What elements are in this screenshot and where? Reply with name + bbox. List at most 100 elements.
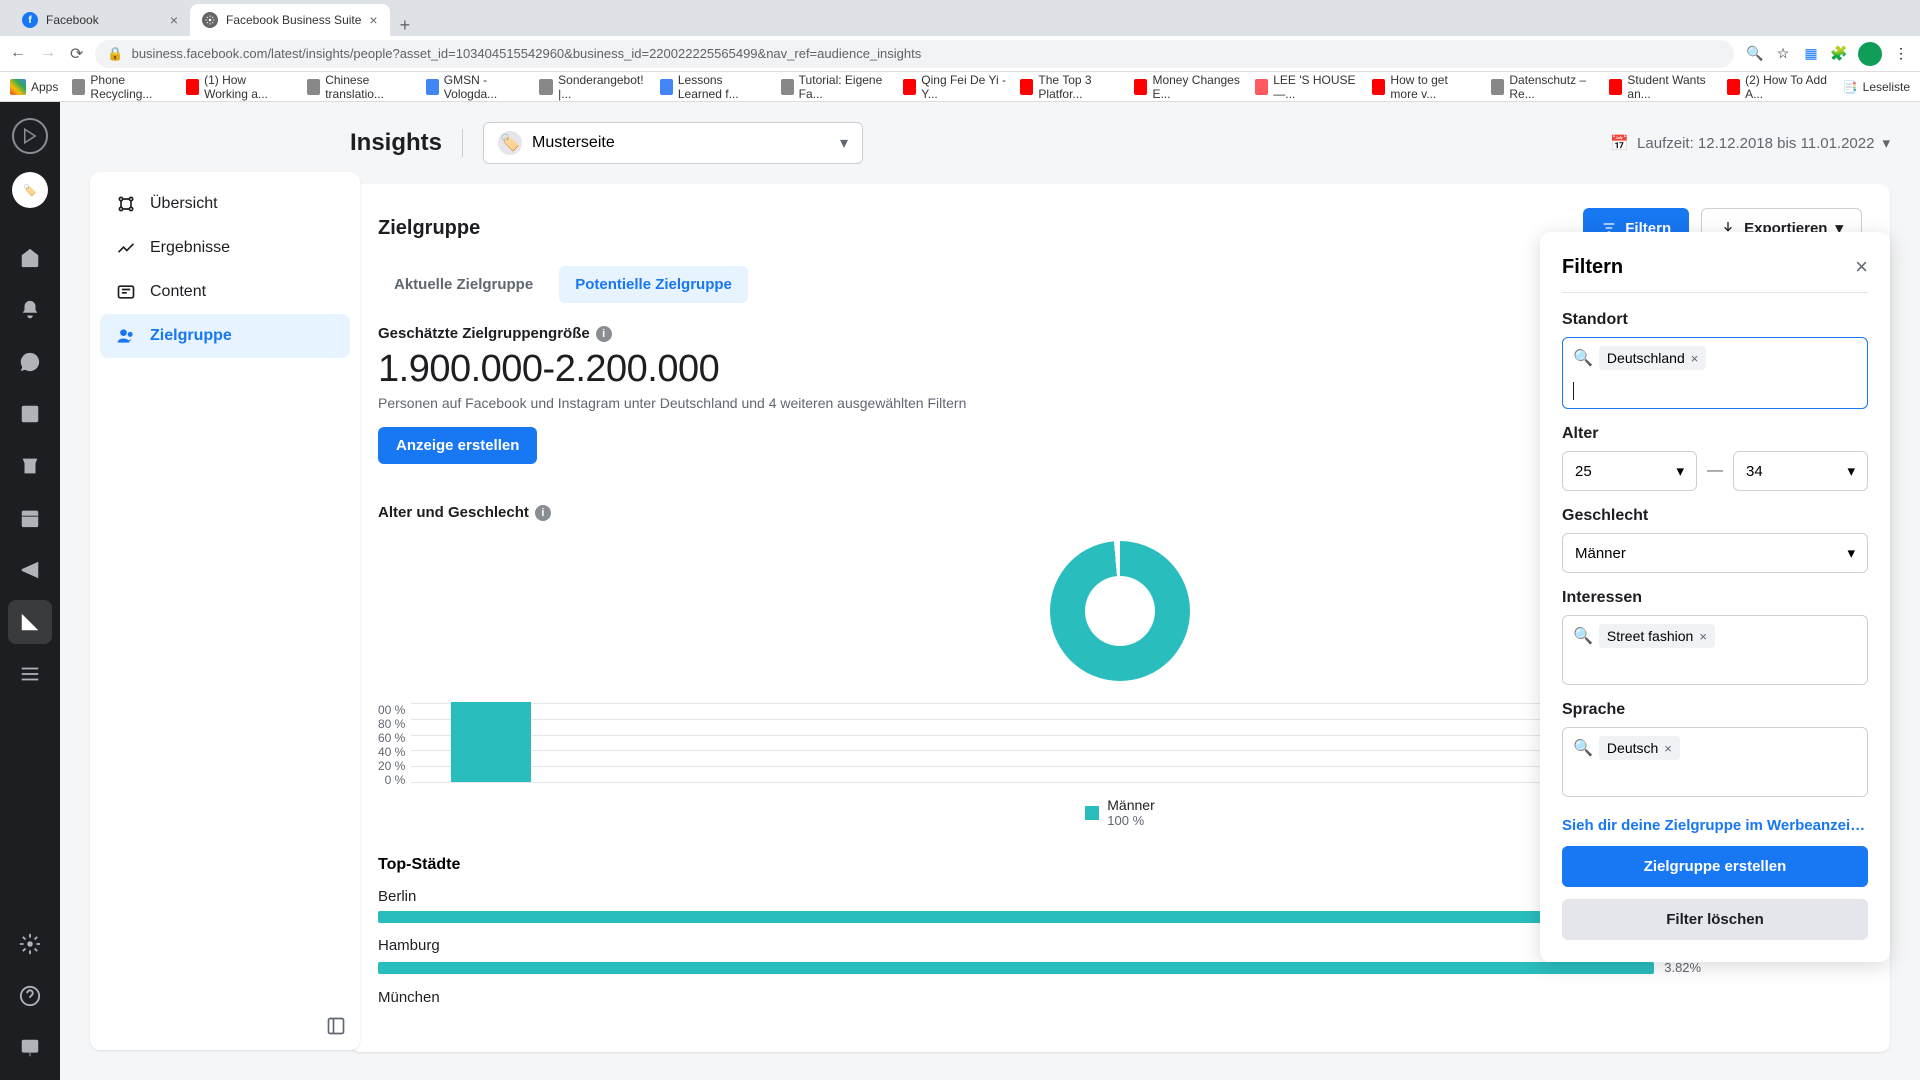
create-audience-button[interactable]: Zielgruppe erstellen (1562, 846, 1868, 887)
browser-tab-active[interactable]: Facebook Business Suite × (190, 4, 390, 36)
language-input[interactable]: 🔍 Deutsch × (1562, 727, 1868, 797)
rail-posts-icon[interactable] (8, 392, 52, 436)
location-chip: Deutschland × (1599, 346, 1706, 370)
sidebar-item-content[interactable]: Content (100, 270, 350, 314)
tab-label: Facebook Business Suite (226, 13, 361, 27)
rail-bell-icon[interactable] (8, 288, 52, 332)
zoom-icon[interactable]: 🔍 (1746, 45, 1764, 63)
remove-chip-icon[interactable]: × (1691, 351, 1699, 366)
results-icon (114, 238, 138, 258)
bookmark-item[interactable]: (2) How To Add A... (1727, 73, 1829, 101)
interests-input[interactable]: 🔍 Street fashion × (1562, 615, 1868, 685)
insights-nav-card: Übersicht Ergebnisse Content Zielgruppe (90, 102, 360, 1080)
chevron-down-icon: ▾ (1847, 544, 1855, 562)
tab-potential-audience[interactable]: Potentielle Zielgruppe (559, 266, 748, 303)
bookmark-item[interactable]: Chinese translatio... (307, 73, 412, 101)
section-heading: Zielgruppe (378, 217, 480, 240)
bookmark-item[interactable]: Lessons Learned f... (660, 73, 767, 101)
puzzle-icon[interactable]: 🧩 (1830, 45, 1848, 63)
date-range-selector[interactable]: 📅 Laufzeit: 12.12.2018 bis 11.01.2022 ▾ (1610, 134, 1890, 152)
create-ad-button[interactable]: Anzeige erstellen (378, 427, 537, 464)
age-max-select[interactable]: 34▾ (1733, 451, 1868, 491)
bookmark-item[interactable]: Money Changes E... (1134, 73, 1241, 101)
page-avatar[interactable]: 🏷️ (12, 172, 48, 208)
close-icon[interactable]: × (369, 12, 377, 28)
new-tab-button[interactable]: + (390, 15, 421, 36)
remove-chip-icon[interactable]: × (1664, 741, 1672, 756)
business-suite-logo-icon[interactable] (12, 118, 48, 154)
sidebar-item-overview[interactable]: Übersicht (100, 182, 350, 226)
bookmark-item[interactable]: Datenschutz – Re... (1491, 73, 1595, 101)
tab-current-audience[interactable]: Aktuelle Zielgruppe (378, 266, 549, 303)
info-icon[interactable]: i (535, 505, 551, 521)
collapse-sidebar-icon[interactable] (326, 1016, 346, 1036)
bookmark-item[interactable]: The Top 3 Platfor... (1020, 73, 1120, 101)
page-selector-dropdown[interactable]: 🏷️ Musterseite ▾ (483, 122, 863, 164)
profile-avatar-icon[interactable] (1858, 42, 1882, 66)
bookmark-item[interactable]: GMSN - Vologda... (426, 73, 526, 101)
rail-shop-icon[interactable] (8, 444, 52, 488)
legend-swatch (1085, 806, 1099, 820)
interest-chip: Street fashion × (1599, 624, 1715, 648)
bookmark-item[interactable]: Student Wants an... (1609, 73, 1713, 101)
gender-label: Geschlecht (1562, 507, 1868, 525)
ads-manager-link[interactable]: Sieh dir deine Zielgruppe im Werbeanzeig… (1562, 817, 1868, 834)
calendar-icon: 📅 (1610, 134, 1629, 152)
list-icon: 📑 (1843, 80, 1858, 94)
bookmark-item[interactable]: Tutorial: Eigene Fa... (781, 73, 890, 101)
content-area: Übersicht Ergebnisse Content Zielgruppe (60, 102, 1920, 1080)
reload-icon[interactable]: ⟳ (70, 44, 83, 64)
page-title: Insights (350, 129, 442, 157)
rail-chat-icon[interactable] (8, 340, 52, 384)
language-label: Sprache (1562, 701, 1868, 719)
bookmark-item[interactable]: Phone Recycling... (72, 73, 172, 101)
clear-filter-button[interactable]: Filter löschen (1562, 899, 1868, 940)
audience-icon (114, 326, 138, 346)
date-range-label: Laufzeit: 12.12.2018 bis 11.01.2022 (1637, 135, 1874, 152)
menu-icon[interactable]: ⋮ (1892, 45, 1910, 63)
reading-list-button[interactable]: 📑Leseliste (1843, 80, 1910, 94)
rail-calendar-icon[interactable] (8, 496, 52, 540)
search-icon: 🔍 (1573, 348, 1593, 368)
back-icon[interactable]: ← (10, 44, 26, 64)
sidebar-item-results[interactable]: Ergebnisse (100, 226, 350, 270)
bookmark-item[interactable]: How to get more v... (1372, 73, 1477, 101)
bookmark-item[interactable]: (1) How Working a... (186, 73, 293, 101)
gender-select[interactable]: Männer▾ (1562, 533, 1868, 573)
apps-button[interactable]: Apps (10, 79, 58, 95)
sidebar-item-audience[interactable]: Zielgruppe (100, 314, 350, 358)
bookmark-item[interactable]: Sonderangebot! |... (539, 73, 645, 101)
nav-arrows: ← → ⟳ (10, 44, 83, 64)
address-bar[interactable]: 🔒 business.facebook.com/latest/insights/… (95, 40, 1734, 68)
rail-home-icon[interactable] (8, 236, 52, 280)
rail-help-icon[interactable] (8, 974, 52, 1018)
bookmarks-bar: Apps Phone Recycling... (1) How Working … (0, 72, 1920, 102)
sidebar-item-label: Content (150, 283, 206, 301)
close-icon[interactable]: × (1855, 254, 1868, 280)
rail-ads-icon[interactable] (8, 548, 52, 592)
page-icon: 🏷️ (498, 131, 522, 155)
sidebar-item-label: Ergebnisse (150, 239, 230, 257)
extension-icon[interactable]: ▦ (1802, 45, 1820, 63)
rail-feedback-icon[interactable] (8, 1026, 52, 1070)
bookmark-item[interactable]: Qing Fei De Yi - Y... (903, 73, 1006, 101)
address-bar-row: ← → ⟳ 🔒 business.facebook.com/latest/ins… (0, 36, 1920, 72)
rail-more-icon[interactable] (8, 652, 52, 696)
age-min-select[interactable]: 25▾ (1562, 451, 1697, 491)
star-icon[interactable]: ☆ (1774, 45, 1792, 63)
close-icon[interactable]: × (170, 12, 178, 28)
info-icon[interactable]: i (596, 326, 612, 342)
divider (462, 129, 463, 157)
bookmark-item[interactable]: LEE 'S HOUSE—... (1255, 73, 1358, 101)
city-row: München (378, 989, 1862, 1006)
browser-tab-inactive[interactable]: f Facebook × (10, 4, 190, 36)
overview-icon (114, 194, 138, 214)
rail-insights-icon[interactable] (8, 600, 52, 644)
forward-icon[interactable]: → (40, 44, 56, 64)
chevron-down-icon: ▾ (1882, 134, 1890, 152)
rail-settings-icon[interactable] (8, 922, 52, 966)
location-input[interactable]: 🔍 Deutschland × (1562, 337, 1868, 409)
dash: — (1707, 462, 1723, 480)
remove-chip-icon[interactable]: × (1699, 629, 1707, 644)
page-name: Musterseite (532, 134, 615, 152)
